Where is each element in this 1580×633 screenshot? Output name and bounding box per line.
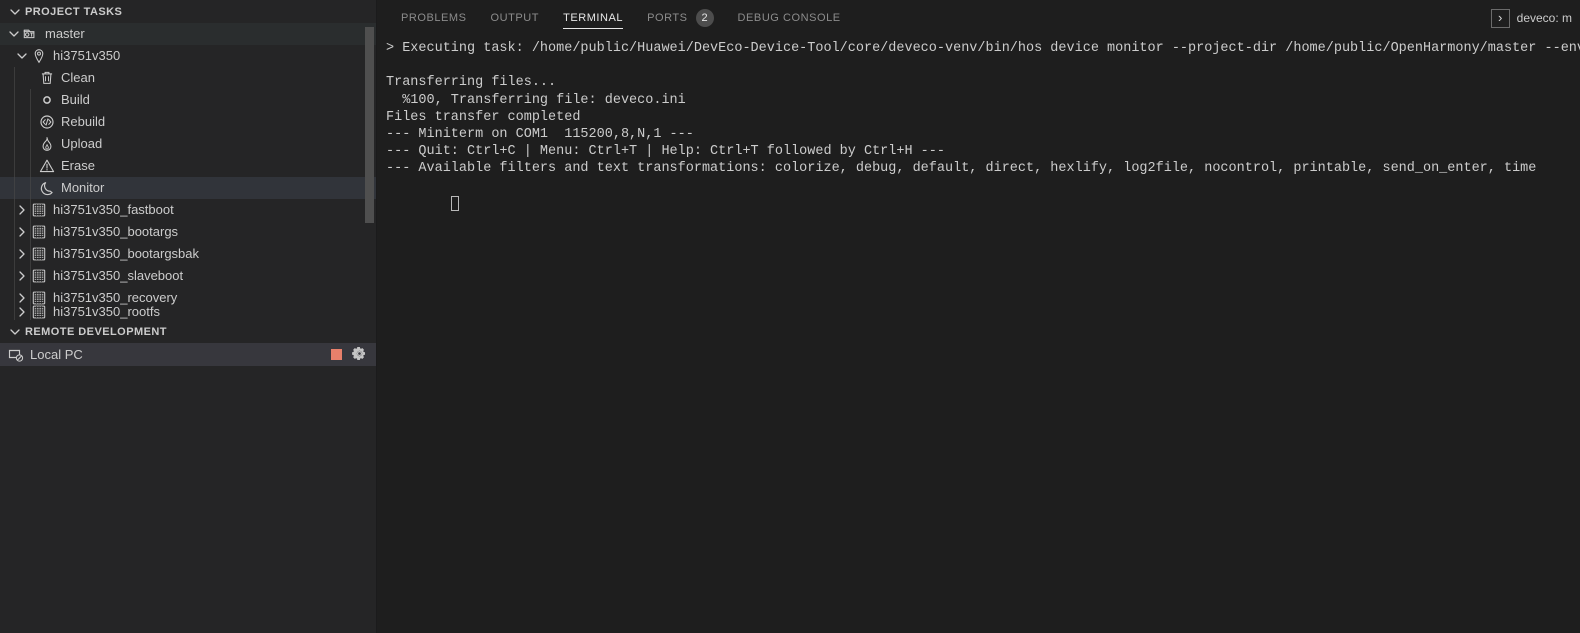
tree-item-label: hi3751v350_slaveboot <box>53 265 183 287</box>
moon-icon <box>38 177 56 199</box>
panel-tabs: PROBLEMS OUTPUT TERMINAL PORTS 2 DEBUG CONSOL… <box>389 0 853 36</box>
tab-label: DEBUG CONSOLE <box>738 12 841 24</box>
chevron-down-icon <box>7 324 23 340</box>
tree-indent-guide <box>14 67 15 320</box>
tree-item-label: Clean <box>61 67 95 89</box>
chevron-down-icon <box>7 4 23 20</box>
tree-item-label: Rebuild <box>61 111 105 133</box>
terminal-lines: > Executing task: /home/public/Huawei/De… <box>386 40 1580 178</box>
tree-item-hi3751v350-rootfs[interactable]: hi3751v350_rootfs <box>0 309 376 315</box>
chevron-right-icon[interactable] <box>14 199 30 221</box>
circuit-board-icon <box>30 221 48 243</box>
tree-item-build[interactable]: Build <box>0 89 376 111</box>
tree-item-hi3751v350-slaveboot[interactable]: hi3751v350_slaveboot <box>0 265 376 287</box>
chevron-right-icon[interactable] <box>14 301 30 320</box>
section-title: REMOTE DEVELOPMENT <box>25 326 167 338</box>
circuit-board-icon <box>30 301 48 320</box>
sidebar: PROJECT TASKS masterhi3751v350CleanBuild… <box>0 0 377 633</box>
circuit-board-icon <box>30 199 48 221</box>
vscode-window: PROJECT TASKS masterhi3751v350CleanBuild… <box>0 0 1580 633</box>
terminal-line: --- Miniterm on COM1 115200,8,N,1 --- <box>386 126 1580 143</box>
flame-icon <box>38 133 56 155</box>
tree-item-hi3751v350[interactable]: hi3751v350 <box>0 45 376 67</box>
remote-item-label: Local PC <box>30 344 83 366</box>
warning-icon <box>38 155 56 177</box>
root-folder-icon <box>22 23 40 45</box>
terminal-line: Files transfer completed <box>386 109 1580 126</box>
terminal-output[interactable]: > Executing task: /home/public/Huawei/De… <box>377 36 1580 633</box>
terminal-cursor <box>451 196 459 211</box>
tab-output[interactable]: OUTPUT <box>479 0 552 36</box>
code-circle-icon <box>38 111 56 133</box>
tree-item-label: Upload <box>61 133 102 155</box>
tree-item-hi3751v350-bootargs[interactable]: hi3751v350_bootargs <box>0 221 376 243</box>
tree-item-label: hi3751v350 <box>53 45 120 67</box>
tab-badge: 2 <box>696 9 714 27</box>
gear-icon[interactable] <box>352 346 367 364</box>
circuit-board-icon <box>30 265 48 287</box>
tab-label: TERMINAL <box>563 12 623 24</box>
section-header-remote-development[interactable]: REMOTE DEVELOPMENT <box>0 320 376 343</box>
tab-label: PORTS <box>647 12 687 24</box>
chevron-down-icon[interactable] <box>6 23 22 45</box>
tree-item-label: Monitor <box>61 177 104 199</box>
terminal-line: %100, Transferring file: deveco.ini <box>386 92 1580 109</box>
trash-icon <box>38 67 56 89</box>
tree-item-erase[interactable]: Erase <box>0 155 376 177</box>
tree-item-label: master <box>45 23 85 45</box>
tree-scrollbar[interactable] <box>365 27 374 223</box>
terminal-line: --- Quit: Ctrl+C | Menu: Ctrl+T | Help: … <box>386 143 1580 160</box>
section-header-project-tasks[interactable]: PROJECT TASKS <box>0 0 376 23</box>
tree-item-upload[interactable]: Upload <box>0 133 376 155</box>
section-title: PROJECT TASKS <box>25 6 122 18</box>
chevron-down-icon[interactable] <box>14 45 30 67</box>
tree-item-label: hi3751v350_rootfs <box>53 301 160 320</box>
tree-item-clean[interactable]: Clean <box>0 67 376 89</box>
terminal-line: Transferring files... <box>386 74 1580 91</box>
project-tasks-tree: masterhi3751v350CleanBuildRebuildUploadE… <box>0 23 376 320</box>
tree-item-hi3751v350-bootargsbak[interactable]: hi3751v350_bootargsbak <box>0 243 376 265</box>
tree-item-label: hi3751v350_bootargs <box>53 221 178 243</box>
terminal-line: > Executing task: /home/public/Huawei/De… <box>386 40 1580 57</box>
tree-item-monitor[interactable]: Monitor <box>0 177 376 199</box>
circle-icon <box>38 89 56 111</box>
terminal-selector-label: deveco: m <box>1517 11 1572 25</box>
tab-label: OUTPUT <box>491 12 540 24</box>
remote-item-local-pc[interactable]: Local PC <box>0 343 376 366</box>
chevron-right-icon[interactable] <box>14 265 30 287</box>
tree-item-label: hi3751v350_bootargsbak <box>53 243 199 265</box>
tree-rows: masterhi3751v350CleanBuildRebuildUploadE… <box>0 23 376 315</box>
terminal-line: --- Available filters and text transform… <box>386 160 1580 177</box>
tab-ports[interactable]: PORTS 2 <box>635 0 725 36</box>
tree-item-label: Erase <box>61 155 95 177</box>
terminal-selector[interactable]: › deveco: m <box>1487 0 1578 36</box>
tree-item-rebuild[interactable]: Rebuild <box>0 111 376 133</box>
circuit-board-icon <box>30 243 48 265</box>
stop-square-icon[interactable] <box>331 349 342 360</box>
tab-terminal[interactable]: TERMINAL <box>551 0 635 36</box>
terminal-cursor-line <box>386 178 1580 232</box>
chevron-right-boxed-icon: › <box>1491 9 1510 28</box>
bottom-panel: PROBLEMS OUTPUT TERMINAL PORTS 2 DEBUG CONSOL… <box>377 0 1580 633</box>
tab-problems[interactable]: PROBLEMS <box>389 0 479 36</box>
location-pin-icon <box>30 45 48 67</box>
tab-debug-console[interactable]: DEBUG CONSOLE <box>726 0 853 36</box>
tree-item-master[interactable]: master <box>0 23 376 45</box>
tab-label: PROBLEMS <box>401 12 467 24</box>
chevron-right-icon[interactable] <box>14 243 30 265</box>
tree-item-label: hi3751v350_fastboot <box>53 199 174 221</box>
remote-pc-icon <box>7 344 25 366</box>
terminal-line <box>386 57 1580 74</box>
panel-tabbar: PROBLEMS OUTPUT TERMINAL PORTS 2 DEBUG CONSOL… <box>377 0 1580 36</box>
chevron-right-icon[interactable] <box>14 221 30 243</box>
tree-indent-guide <box>30 89 31 320</box>
tree-item-hi3751v350-fastboot[interactable]: hi3751v350_fastboot <box>0 199 376 221</box>
tree-item-label: Build <box>61 89 90 111</box>
